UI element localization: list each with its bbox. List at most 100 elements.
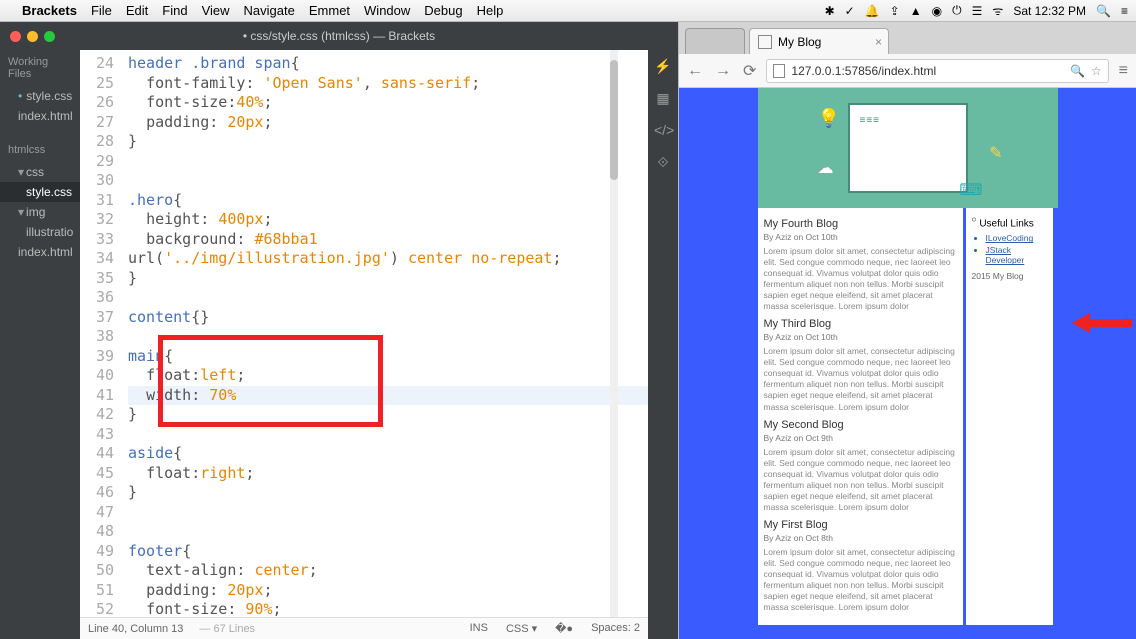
code-line[interactable]: float:right; <box>128 464 648 484</box>
code-line[interactable] <box>128 171 648 191</box>
aside-link[interactable]: JStack Developer <box>986 245 1047 265</box>
code-line[interactable]: font-size:40%; <box>128 93 648 113</box>
tray-icon[interactable]: ◉ <box>932 4 942 18</box>
code-line[interactable]: padding: 20px; <box>128 113 648 133</box>
code-line[interactable] <box>128 152 648 172</box>
tree-folder[interactable]: ▾css <box>0 162 80 182</box>
app-name[interactable]: Brackets <box>22 3 77 18</box>
page-viewport[interactable]: 💡 ☁ ✎ ⌨ My Fourth BlogBy Aziz on Oct 10t… <box>679 88 1136 639</box>
bookmark-icon[interactable]: ☆ <box>1091 64 1102 78</box>
window-title: • css/style.css (htmlcss) — Brackets <box>0 29 678 43</box>
chrome-menu-icon[interactable]: ≡ <box>1117 62 1130 80</box>
code-line[interactable]: background: #68bba1 <box>128 230 648 250</box>
zoom-icon[interactable]: 🔍 <box>1070 64 1085 78</box>
code-line[interactable]: } <box>128 483 648 503</box>
menu-navigate[interactable]: Navigate <box>244 3 295 18</box>
extension-icon[interactable]: </> <box>654 122 672 140</box>
tray-icon[interactable]: ⏻ <box>952 3 962 18</box>
code-line[interactable]: .hero{ <box>128 191 648 211</box>
insert-mode[interactable]: INS <box>470 622 488 635</box>
menu-file[interactable]: File <box>91 3 112 18</box>
spotlight-icon[interactable]: 🔍 <box>1096 4 1111 18</box>
back-button[interactable]: ← <box>685 62 705 80</box>
code-line[interactable]: aside{ <box>128 444 648 464</box>
reload-button[interactable]: ⟳ <box>741 61 758 81</box>
post-byline: By Aziz on Oct 9th <box>764 433 957 443</box>
wifi-icon[interactable]: ᯤ <box>992 2 1003 19</box>
tray-icon[interactable]: 🔔 <box>865 4 880 18</box>
tray-icon[interactable]: ⇪ <box>890 4 900 18</box>
tab-strip: My Blog × <box>679 22 1136 54</box>
code-line[interactable] <box>128 288 648 308</box>
code-line[interactable]: height: 400px; <box>128 210 648 230</box>
code-line[interactable]: text-align: center; <box>128 561 648 581</box>
code-line[interactable]: font-size: 90%; <box>128 600 648 617</box>
live-preview-icon[interactable]: ⚡ <box>654 58 672 76</box>
window-zoom-icon[interactable] <box>44 31 55 42</box>
cursor-position: Line 40, Column 13 <box>88 623 183 635</box>
status-bar: Line 40, Column 13 — 67 Lines INS CSS ▾ … <box>80 617 648 639</box>
code-line[interactable]: url('../img/illustration.jpg') center no… <box>128 249 648 269</box>
project-label[interactable]: htmlcss <box>0 138 80 162</box>
menu-help[interactable]: Help <box>477 3 504 18</box>
code-line[interactable]: header .brand span{ <box>128 54 648 74</box>
extension-icon[interactable]: ▦ <box>654 90 672 108</box>
encoding[interactable]: �● <box>555 622 573 635</box>
window-close-icon[interactable] <box>10 31 21 42</box>
tree-file[interactable]: index.html <box>0 242 80 262</box>
post-title: My Fourth Blog <box>764 218 957 230</box>
notifications-icon[interactable]: ≡ <box>1121 4 1128 18</box>
extension-icon[interactable]: ⟐ <box>654 154 672 172</box>
rendered-page: 💡 ☁ ✎ ⌨ My Fourth BlogBy Aziz on Oct 10t… <box>758 88 1058 639</box>
extension-icon-strip: ⚡ ▦ </> ⟐ <box>648 50 678 639</box>
code-line[interactable]: } <box>128 405 648 425</box>
code-line[interactable]: float:left; <box>128 366 648 386</box>
code-line[interactable] <box>128 503 648 523</box>
code-line[interactable] <box>128 522 648 542</box>
code-line[interactable]: font-family: 'Open Sans', sans-serif; <box>128 74 648 94</box>
code-line[interactable]: main{ <box>128 347 648 367</box>
tray-icon[interactable]: ✓ <box>845 4 855 18</box>
tree-file[interactable]: style.css <box>0 182 80 202</box>
tray-icon[interactable]: ▲ <box>910 4 922 18</box>
line-gutter: 2425262728293031323334353637383940414243… <box>80 50 120 617</box>
code-line[interactable]: footer{ <box>128 542 648 562</box>
working-file[interactable]: index.html <box>0 106 80 126</box>
code-line[interactable]: width: 70% <box>128 386 648 406</box>
code-line[interactable]: padding: 20px; <box>128 581 648 601</box>
brackets-titlebar: • css/style.css (htmlcss) — Brackets <box>0 22 678 50</box>
browser-tab[interactable] <box>685 28 745 54</box>
forward-button[interactable]: → <box>713 62 733 80</box>
wifi-icon[interactable]: ☰ <box>972 4 983 18</box>
tree-file[interactable]: illustratio <box>0 222 80 242</box>
browser-tab-active[interactable]: My Blog × <box>749 28 889 54</box>
window-minimize-icon[interactable] <box>27 31 38 42</box>
menu-window[interactable]: Window <box>364 3 410 18</box>
menu-view[interactable]: View <box>202 3 230 18</box>
code-line[interactable]: } <box>128 132 648 152</box>
menu-find[interactable]: Find <box>162 3 187 18</box>
code-line[interactable] <box>128 425 648 445</box>
pencil-icon: ✎ <box>989 143 1002 163</box>
vertical-scrollbar[interactable] <box>610 50 618 617</box>
aside-link[interactable]: ILoveCoding <box>986 233 1047 243</box>
language-mode[interactable]: CSS ▾ <box>506 622 537 635</box>
menu-emmet[interactable]: Emmet <box>309 3 350 18</box>
tray-icon[interactable]: ✱ <box>825 4 835 18</box>
code-line[interactable]: content{} <box>128 308 648 328</box>
code-line[interactable] <box>128 327 648 347</box>
close-tab-icon[interactable]: × <box>875 35 882 49</box>
tree-folder[interactable]: ▾img <box>0 202 80 222</box>
scrollbar-thumb[interactable] <box>610 60 618 180</box>
url-text: 127.0.0.1:57856/index.html <box>791 64 936 78</box>
code-line[interactable]: } <box>128 269 648 289</box>
address-bar[interactable]: 127.0.0.1:57856/index.html 🔍 ☆ <box>766 59 1108 83</box>
clock[interactable]: Sat 12:32 PM <box>1013 4 1086 18</box>
indent-setting[interactable]: Spaces: 2 <box>591 622 640 635</box>
working-file[interactable]: style.css <box>0 86 80 106</box>
menu-debug[interactable]: Debug <box>424 3 462 18</box>
code-editor[interactable]: 2425262728293031323334353637383940414243… <box>80 50 648 617</box>
menu-edit[interactable]: Edit <box>126 3 148 18</box>
aside-footer: 2015 My Blog <box>972 271 1047 281</box>
code-area[interactable]: header .brand span{ font-family: 'Open S… <box>120 50 648 617</box>
